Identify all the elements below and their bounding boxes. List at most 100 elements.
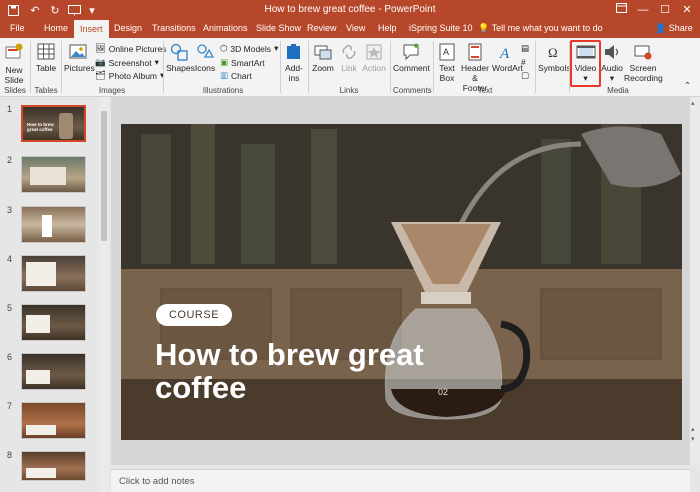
separator (30, 41, 31, 93)
screen-recording-icon (634, 45, 652, 60)
icons-button[interactable]: Icons (194, 43, 216, 73)
tab-review[interactable]: Review (307, 23, 337, 33)
group-label-text: Text (477, 86, 493, 95)
table-button[interactable]: Table (35, 43, 57, 73)
tab-insert[interactable]: Insert (74, 20, 109, 38)
tab-home[interactable]: Home (44, 23, 68, 33)
chart-icon: ▥ (220, 70, 229, 80)
slide-thumbnail-6[interactable] (21, 353, 86, 390)
symbols-button[interactable]: Ω Symbols (538, 43, 571, 73)
online-pictures-icon: 🖼 (95, 43, 106, 53)
3d-models-button[interactable]: ⬡ 3D Models ▾ (220, 43, 278, 54)
tab-file[interactable]: File (10, 23, 25, 33)
add-ins-button[interactable]: Add-ins (283, 43, 305, 83)
shapes-button[interactable]: Shapes (166, 43, 195, 73)
slide-thumbnail-8[interactable] (21, 451, 86, 481)
group-label-media: Media (607, 86, 629, 95)
zoom-button[interactable]: Zoom (311, 43, 335, 73)
scroll-down-icon[interactable]: ▾ (691, 435, 695, 443)
chart-button[interactable]: ▥ Chart (220, 70, 252, 81)
chevron-down-icon: ▾ (274, 43, 279, 53)
chevron-down-icon: ▾ (609, 73, 615, 83)
tab-ispring[interactable]: iSpring Suite 10 (409, 23, 473, 33)
pictures-button[interactable]: Pictures (64, 43, 95, 73)
thumbnail-image (26, 262, 56, 286)
shapes-icon (170, 43, 188, 61)
text-box-button[interactable]: A Text Box (436, 43, 458, 83)
tab-help[interactable]: Help (378, 23, 397, 33)
separator (163, 41, 164, 93)
group-label-images: Images (98, 86, 126, 95)
slide-number: 7 (7, 401, 13, 411)
comment-button[interactable]: Comment (393, 43, 430, 73)
zoom-icon (314, 45, 332, 60)
title-bar: ↶ ↻ ▾ How to brew great coffee - PowerPo… (0, 0, 700, 20)
course-badge: COURSE (156, 304, 232, 326)
link-icon (342, 44, 356, 60)
audio-button[interactable]: Audio ▾ (601, 43, 623, 83)
close-icon[interactable]: ✕ (672, 2, 700, 18)
tab-slide-show[interactable]: Slide Show (256, 23, 301, 33)
slide-thumbnail-2[interactable] (21, 156, 86, 193)
group-label-slides: Slides (4, 86, 26, 95)
main-vertical-scrollbar[interactable]: ▴ ▴ ▾ (690, 97, 700, 465)
group-label-illustrations: Illustrations (202, 86, 244, 95)
new-slide-icon (5, 43, 23, 59)
comment-icon (403, 43, 419, 61)
slide-number: 4 (7, 254, 13, 264)
slide-number-icon[interactable]: # (521, 57, 526, 67)
link-button[interactable]: Link (338, 43, 360, 73)
share-button[interactable]: 👤 Share (655, 23, 693, 34)
scroll-up-icon[interactable]: ▴ (691, 99, 695, 107)
screenshot-button[interactable]: 📷 Screenshot ▾ (95, 57, 159, 68)
slide-thumbnail-7[interactable] (21, 402, 86, 439)
thumbnail-image (26, 468, 56, 478)
wordart-button[interactable]: A WordArt (492, 43, 523, 73)
wordart-icon: A (499, 46, 510, 61)
smartart-button[interactable]: ▣ SmartArt (220, 57, 265, 68)
separator (433, 41, 434, 93)
online-pictures-button[interactable]: 🖼 Online Pictures (95, 43, 166, 54)
date-time-icon[interactable]: ▤ (521, 43, 529, 54)
slide-thumbnail-4[interactable] (21, 255, 86, 292)
lightbulb-icon: 💡 (478, 23, 490, 33)
slide-number: 6 (7, 352, 13, 362)
svg-text:A: A (443, 47, 449, 57)
slide-title[interactable]: How to brew great coffee (155, 338, 435, 404)
separator (280, 41, 281, 93)
object-icon[interactable]: ▢ (521, 70, 529, 81)
svg-text:Ω: Ω (548, 45, 558, 60)
slide-number: 1 (7, 104, 13, 114)
photo-album-button[interactable]: 🗂Photo Album▾ (95, 70, 164, 81)
svg-text:A: A (499, 46, 510, 61)
tell-me-search[interactable]: 💡 Tell me what you want to do (478, 23, 603, 34)
icons-icon (197, 44, 214, 58)
notes-placeholder: Click to add notes (119, 476, 195, 487)
speaker-icon (605, 45, 619, 59)
slide-thumbnail-1[interactable]: How to brew great coffee (21, 105, 86, 142)
slide-thumbnail-5[interactable] (21, 304, 86, 341)
action-button[interactable]: Action (362, 43, 386, 73)
video-highlight (570, 40, 601, 87)
scrollbar-thumb[interactable] (101, 111, 107, 241)
thumbnails-scrollbar[interactable] (99, 97, 109, 492)
tab-view[interactable]: View (346, 23, 365, 33)
tab-design[interactable]: Design (114, 23, 142, 33)
notes-pane[interactable]: Click to add notes (111, 469, 690, 492)
smartart-icon: ▣ (220, 57, 229, 67)
screen-recording-button[interactable]: Screen Recording (624, 43, 663, 83)
slide-thumbnail-3[interactable] (21, 206, 86, 243)
slide-number: 3 (7, 205, 13, 215)
new-slide-button[interactable]: New Slide (3, 43, 25, 85)
separator (308, 41, 309, 93)
scroll-up-icon[interactable]: ▴ (691, 425, 695, 433)
tab-animations[interactable]: Animations (203, 23, 248, 33)
collapse-ribbon-icon[interactable]: ⌃ (684, 80, 691, 91)
ribbon-tabs: File Home Insert Design Transitions Anim… (0, 20, 700, 38)
separator (61, 41, 62, 93)
photo-album-icon: 🗂 (95, 70, 106, 80)
slide-number: 8 (7, 450, 13, 460)
tab-transitions[interactable]: Transitions (152, 23, 196, 33)
thumbnail-image (59, 113, 73, 139)
group-label-comments: Comments (393, 86, 432, 95)
